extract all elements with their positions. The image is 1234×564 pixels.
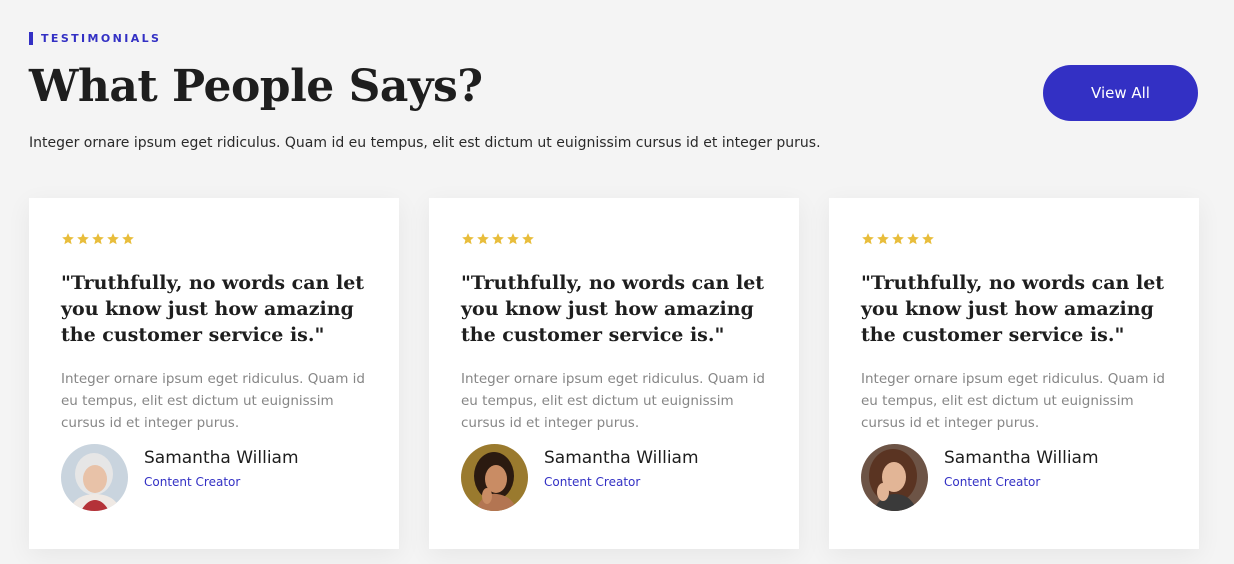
star-icon <box>892 233 904 245</box>
star-icon <box>862 233 874 245</box>
author-role: Content Creator <box>544 475 641 489</box>
testimonial-quote: "Truthfully, no words can let you know j… <box>861 272 1165 346</box>
eyebrow-bar <box>29 32 33 45</box>
avatar <box>461 444 528 511</box>
star-icon <box>107 233 119 245</box>
view-all-button[interactable]: View All <box>1043 65 1198 121</box>
testimonial-card: "Truthfully, no words can let you know j… <box>429 198 799 549</box>
star-icon <box>907 233 919 245</box>
star-icon <box>877 233 889 245</box>
star-icon <box>492 233 504 245</box>
testimonial-card: "Truthfully, no words can let you know j… <box>29 198 399 549</box>
star-rating <box>61 232 367 248</box>
avatar <box>61 444 128 511</box>
avatar <box>861 444 928 511</box>
avatar-photo-elderly-woman <box>61 444 128 511</box>
star-icon <box>922 233 934 245</box>
testimonial-author: Samantha William Content Creator <box>861 444 1099 511</box>
section-title: What People Says? <box>29 61 483 112</box>
testimonial-text: Integer ornare ipsum eget ridiculus. Qua… <box>61 371 365 431</box>
testimonial-author: Samantha William Content Creator <box>61 444 299 511</box>
star-icon <box>477 233 489 245</box>
author-role: Content Creator <box>144 475 241 489</box>
section-eyebrow: TESTIMONIALS <box>29 32 161 45</box>
testimonials-section: TESTIMONIALS What People Says? Integer o… <box>0 0 1234 564</box>
testimonial-author: Samantha William Content Creator <box>461 444 699 511</box>
star-icon <box>522 233 534 245</box>
author-name: Samantha William <box>544 448 699 468</box>
star-icon <box>462 233 474 245</box>
star-rating <box>461 232 767 248</box>
star-rating <box>861 232 1167 248</box>
star-icon <box>62 233 74 245</box>
testimonial-text: Integer ornare ipsum eget ridiculus. Qua… <box>461 371 765 431</box>
testimonial-quote: "Truthfully, no words can let you know j… <box>61 272 365 346</box>
star-icon <box>77 233 89 245</box>
star-icon <box>92 233 104 245</box>
author-name: Samantha William <box>144 448 299 468</box>
author-role: Content Creator <box>944 475 1041 489</box>
author-name: Samantha William <box>944 448 1099 468</box>
section-subtitle: Integer ornare ipsum eget ridiculus. Qua… <box>29 135 821 151</box>
testimonial-text: Integer ornare ipsum eget ridiculus. Qua… <box>861 371 1165 431</box>
avatar-photo-woman-curly-hair <box>861 444 928 511</box>
star-icon <box>507 233 519 245</box>
testimonial-quote: "Truthfully, no words can let you know j… <box>461 272 765 346</box>
star-icon <box>122 233 134 245</box>
avatar-photo-woman-dark-hair <box>461 444 528 511</box>
testimonial-cards: "Truthfully, no words can let you know j… <box>29 198 1199 549</box>
eyebrow-label: TESTIMONIALS <box>41 32 162 45</box>
testimonial-card: "Truthfully, no words can let you know j… <box>829 198 1199 549</box>
